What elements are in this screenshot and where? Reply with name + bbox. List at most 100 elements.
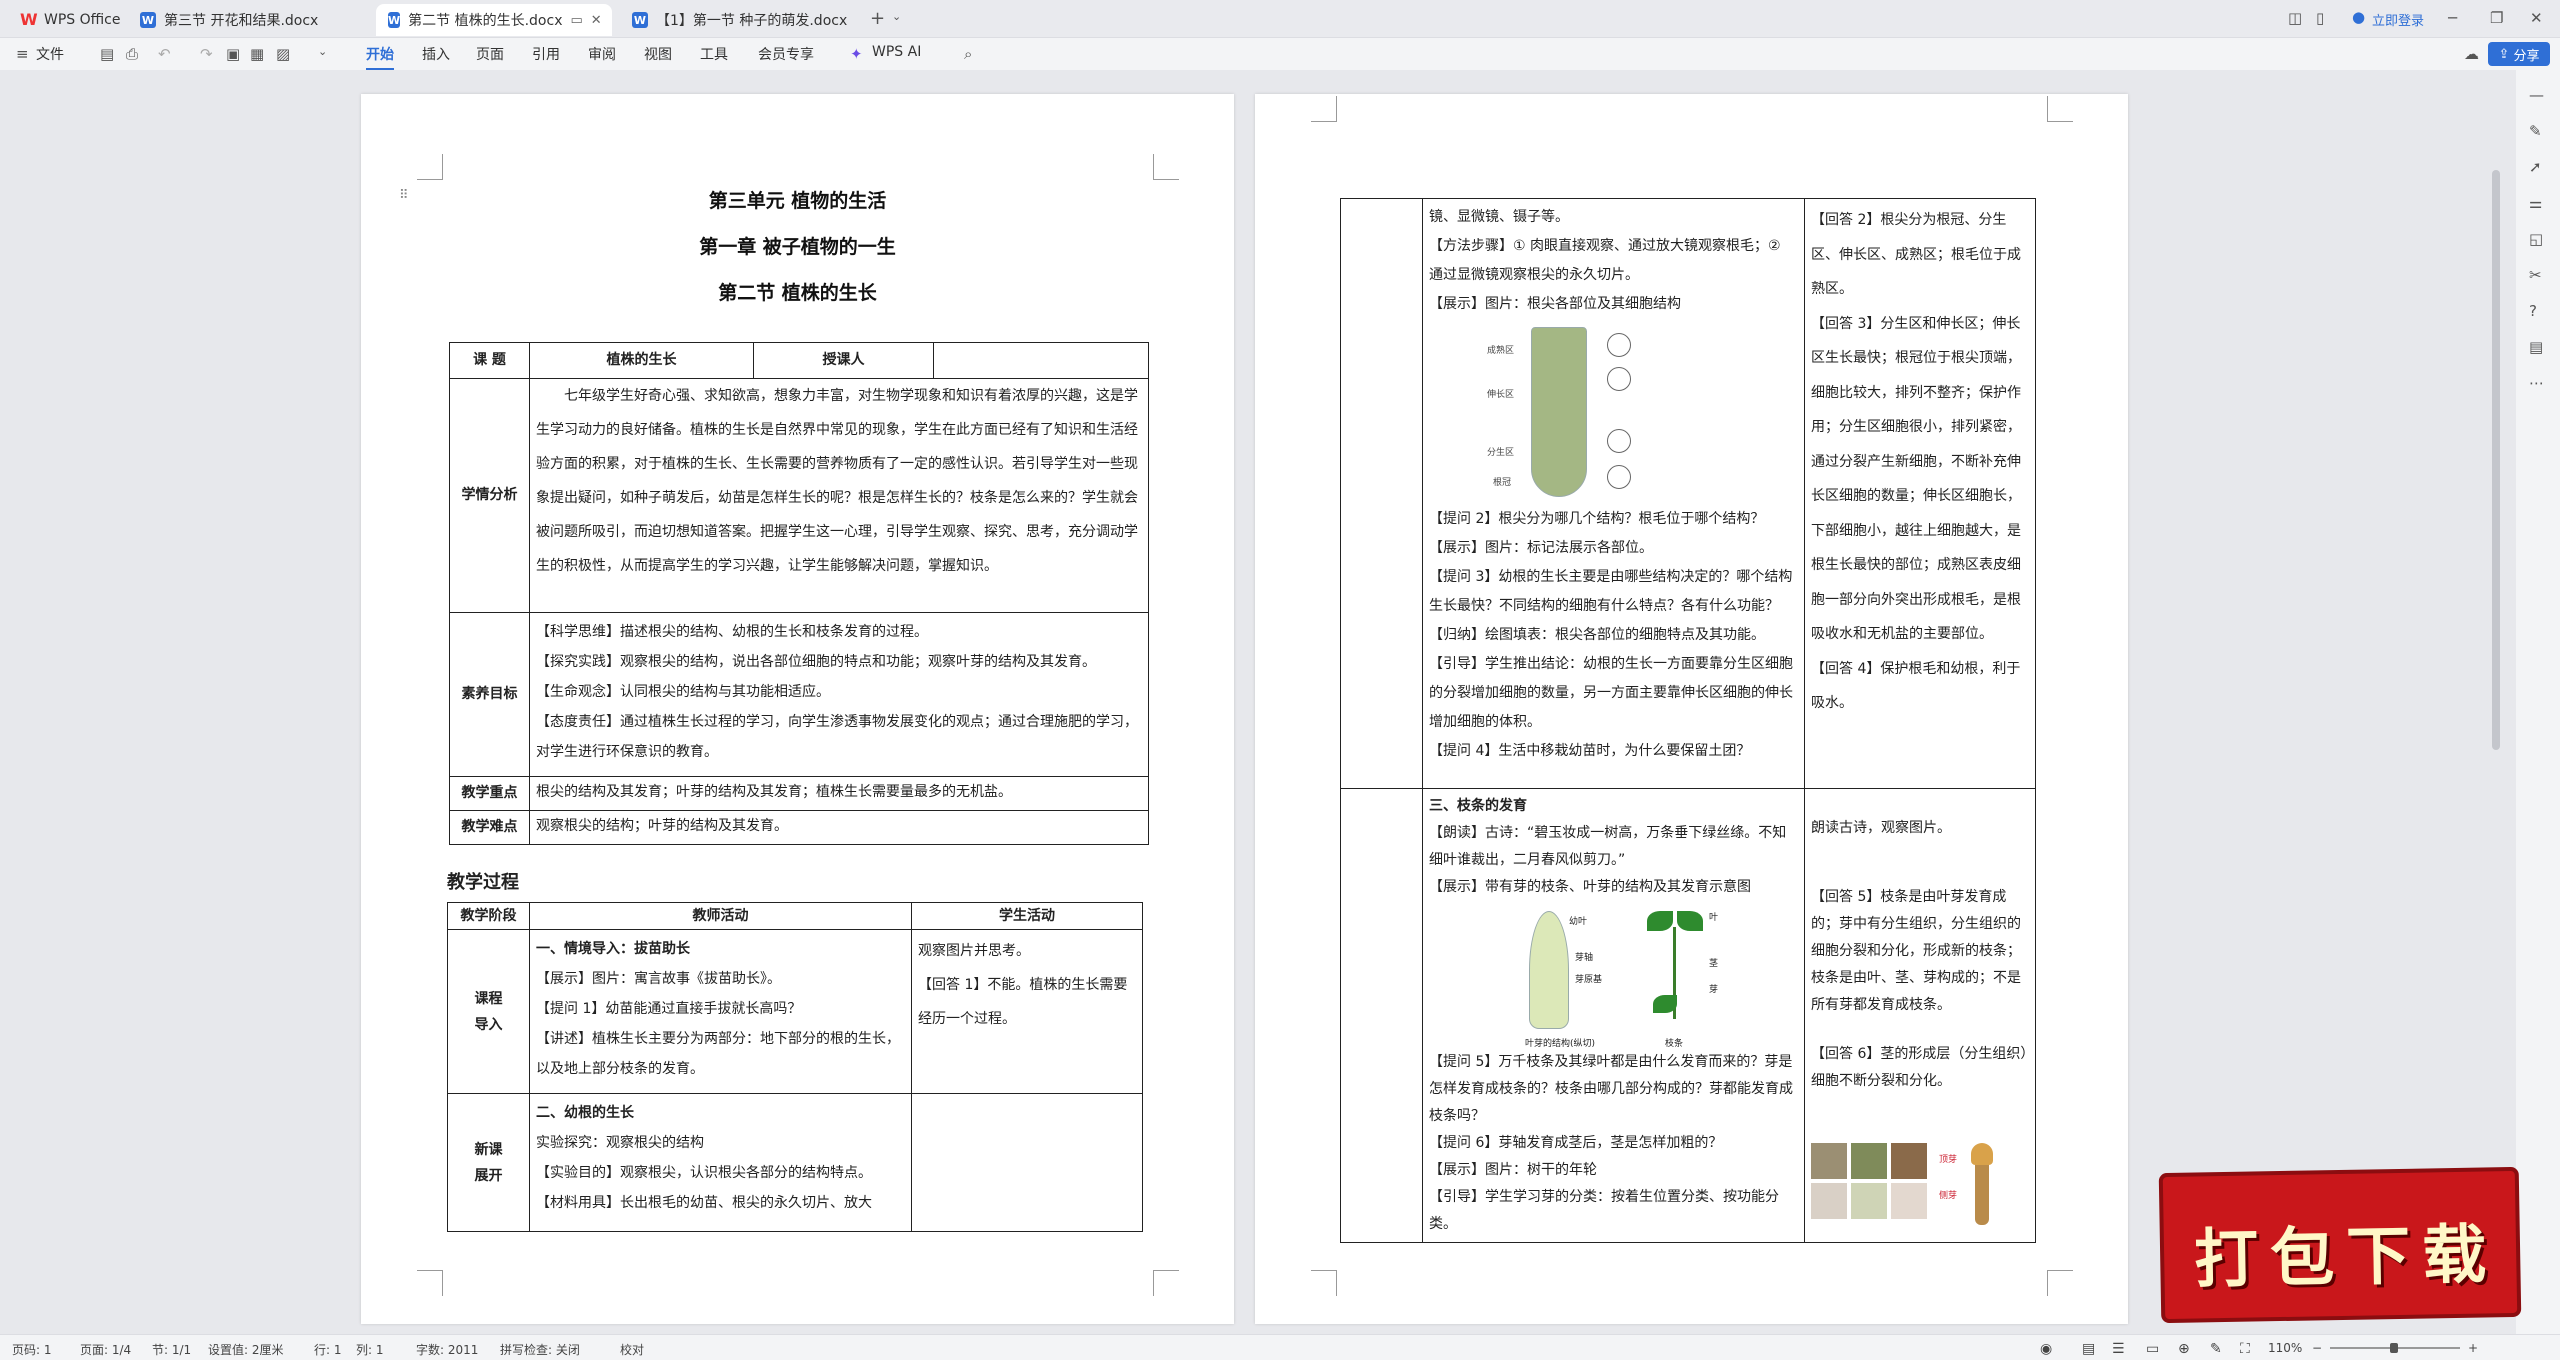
photo-thumb	[1811, 1183, 1847, 1219]
eye-icon[interactable]: ◉	[2040, 1341, 2052, 1357]
redo-icon[interactable]: ↷	[200, 45, 213, 63]
vertical-scrollbar[interactable]	[2492, 170, 2500, 750]
page-1[interactable]: ⠿ 第三单元 植物的生活 第一章 被子植物的一生 第二节 植株的生长 课 题 植…	[361, 94, 1234, 1324]
print-icon[interactable]: ⎙	[126, 45, 138, 63]
tools-icon[interactable]: ✂	[2529, 266, 2542, 284]
tab-doc-flowers[interactable]: W 第三节 开花和结果.docx	[128, 4, 368, 36]
student-line: 【回答 6】茎的形成层（分生组织）细胞不断分裂和分化。	[1811, 1046, 2028, 1089]
cloud-sync-icon[interactable]: ☁	[2464, 45, 2479, 63]
menu-home[interactable]: 开始	[366, 44, 394, 70]
minimize-window-icon[interactable]: ─	[2448, 9, 2457, 27]
write-view-icon[interactable]: ✎	[2210, 1341, 2222, 1357]
menu-member[interactable]: 会员专享	[758, 44, 814, 66]
teacher-line: 【讲述】植株生长主要分为两部分：地下部分的根的生长，以及地上部分枝条的发育。	[536, 1031, 900, 1078]
tab-doc-seeds[interactable]: W 【1】第一节 种子的萌发.docx	[620, 4, 860, 36]
photo-thumb	[1811, 1143, 1847, 1179]
menu-reference[interactable]: 引用	[532, 44, 560, 66]
web-view-icon[interactable]: ⊕	[2178, 1341, 2190, 1357]
unit-title: 第三单元 植物的生活	[708, 190, 887, 212]
teacher-line: 【提问 2】根尖分为哪几个结构？根毛位于哪个结构？	[1429, 511, 1765, 527]
menu-page[interactable]: 页面	[476, 44, 504, 66]
window-layout-icon[interactable]: ◫	[2288, 9, 2302, 27]
monitor-icon[interactable]: ▭	[570, 13, 582, 28]
more-icon[interactable]: ⋯	[2529, 374, 2544, 392]
goal-line: 【生命观念】认同根尖的结构与其功能相适应。	[536, 684, 830, 700]
status-pages[interactable]: 页面: 1/4	[80, 1341, 131, 1358]
chevron-down-icon[interactable]: ⌄	[318, 45, 327, 58]
page-view-icon[interactable]: ▤	[2082, 1341, 2095, 1357]
help-icon[interactable]: ?	[2529, 302, 2537, 320]
crop-mark	[1311, 1270, 1337, 1296]
close-icon[interactable]: ✕	[591, 13, 602, 28]
file-menu[interactable]: 文件	[36, 44, 64, 66]
zoom-in-icon[interactable]: +	[2468, 1341, 2478, 1355]
tab-wps-home[interactable]: W WPS Office	[8, 4, 133, 36]
status-page[interactable]: 页码: 1	[12, 1341, 52, 1358]
menu-insert[interactable]: 插入	[422, 44, 450, 66]
tab-label: 第二节 植株的生长.docx	[408, 13, 563, 29]
status-words[interactable]: 字数: 2011	[416, 1341, 478, 1358]
teacher-line: 【展示】图片：标记法展示各部位。	[1429, 540, 1653, 556]
page-2[interactable]: 镜、显微镜、镊子等。 【方法步骤】① 肉眼直接观察、通过放大镜观察根毛；② 通过…	[1255, 94, 2128, 1324]
tab-label: 第三节 开花和结果.docx	[164, 13, 319, 29]
shape-icon[interactable]: ◱	[2529, 230, 2543, 248]
restore-window-icon[interactable]: ❐	[2490, 9, 2503, 27]
menu-wps-ai[interactable]: WPS AI	[872, 44, 921, 66]
user-icon[interactable]: ●	[2352, 8, 2365, 26]
cell-detail-icon	[1607, 333, 1631, 357]
menu-tools[interactable]: 工具	[700, 44, 728, 66]
tab-doc-growth[interactable]: W 第二节 植株的生长.docx ▭ ✕	[376, 4, 612, 36]
tab-label: 【1】第一节 种子的萌发.docx	[656, 13, 848, 29]
bud-section-image	[1529, 911, 1569, 1029]
close-window-icon[interactable]: ✕	[2530, 9, 2543, 27]
tablet-icon[interactable]: ▯	[2316, 9, 2324, 27]
teacher-line: 镜、显微镜、镊子等。	[1429, 209, 1569, 225]
menu-view[interactable]: 视图	[644, 44, 672, 66]
clipboard-icon[interactable]: ▤	[2529, 338, 2543, 356]
format-painter-icon[interactable]: ▣	[226, 45, 240, 63]
download-banner[interactable]: 打包下载	[2158, 1166, 2522, 1324]
zoom-out-icon[interactable]: −	[2312, 1341, 2322, 1355]
chevron-down-icon[interactable]: ⌄	[892, 10, 901, 23]
pen-icon[interactable]: ✎	[2529, 122, 2542, 140]
goal-line: 【态度责任】通过植株生长过程的学习，向学生渗透事物发展变化的观点；通过合理施肥的…	[536, 714, 1138, 760]
status-setting[interactable]: 设置值: 2厘米	[208, 1341, 284, 1358]
status-col[interactable]: 列: 1	[356, 1341, 384, 1358]
menu-review[interactable]: 审阅	[588, 44, 616, 66]
export-pdf-icon[interactable]: ▦	[250, 45, 264, 63]
teacher-line: 【展示】图片：寓言故事《拔苗助长》。	[536, 971, 781, 988]
flower-photo-grid	[1811, 1143, 1929, 1225]
collapse-icon[interactable]: —	[2529, 86, 2544, 104]
login-link[interactable]: 立即登录	[2372, 10, 2424, 29]
read-view-icon[interactable]: ▭	[2146, 1341, 2159, 1357]
new-tab-icon[interactable]: +	[870, 8, 885, 29]
root-label: 成熟区	[1487, 346, 1515, 356]
status-row[interactable]: 行: 1	[314, 1341, 342, 1358]
crop-mark	[1153, 1270, 1179, 1296]
document-canvas[interactable]: ⠿ 第三单元 植物的生活 第一章 被子植物的一生 第二节 植株的生长 课 题 植…	[0, 70, 2560, 1334]
undo-icon[interactable]: ↶	[158, 45, 171, 63]
hamburger-icon[interactable]: ≡	[16, 45, 29, 63]
adjust-icon[interactable]: ⚌	[2529, 194, 2542, 212]
word-doc-icon: W	[632, 12, 648, 28]
fit-icon[interactable]: ⛶	[2240, 1341, 2250, 1357]
section-title: 第二节 植株的生长	[718, 282, 877, 304]
status-section[interactable]: 节: 1/1	[152, 1341, 191, 1358]
share-button[interactable]: ⇪ 分享	[2488, 42, 2550, 66]
photo-thumb	[1891, 1183, 1927, 1219]
outline-view-icon[interactable]: ☰	[2112, 1341, 2125, 1357]
key-point-text: 根尖的结构及其发育；叶芽的结构及其发育；植株生长需要量最多的无机盐。	[529, 776, 1149, 811]
zoom-slider-thumb[interactable]	[2390, 1343, 2398, 1353]
status-bar: 页码: 1 页面: 1/4 节: 1/1 设置值: 2厘米 行: 1 列: 1 …	[0, 1334, 2560, 1360]
status-proof[interactable]: 校对	[620, 1341, 644, 1358]
goal-line: 【探究实践】观察根尖的结构，说出各部位细胞的特点和功能；观察叶芽的结构及其发育。	[536, 654, 1096, 670]
bud-photo-label: 侧芽	[1939, 1191, 1958, 1201]
word-doc-icon: W	[388, 12, 401, 28]
search-icon[interactable]: ⌕	[964, 45, 972, 63]
insert-image-icon[interactable]: ▨	[276, 45, 290, 63]
select-icon[interactable]: ➚	[2529, 158, 2542, 176]
zoom-level[interactable]: 110%	[2268, 1341, 2302, 1355]
course-value: 植株的生长	[529, 342, 754, 379]
status-spell[interactable]: 拼写检查: 关闭	[500, 1341, 580, 1358]
save-icon[interactable]: ▤	[100, 45, 114, 63]
